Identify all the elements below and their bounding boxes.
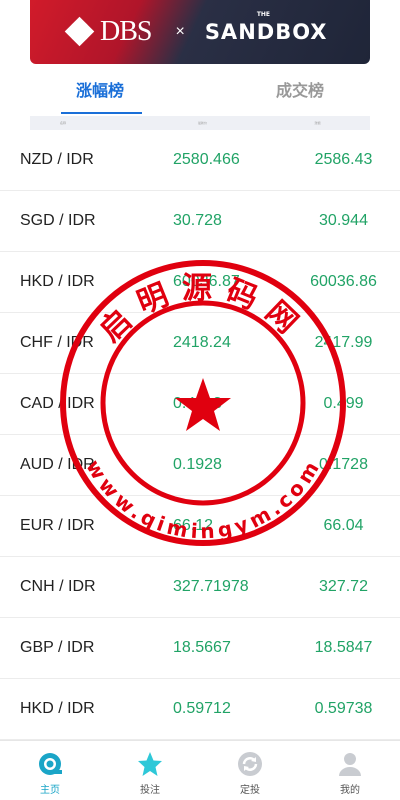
header-col2: 涨幅 xyxy=(314,121,321,125)
pair-value-2: 66.04 xyxy=(323,517,364,534)
rate-list: NZD / IDR 2580.466 2586.43 SGD / IDR 30.… xyxy=(0,130,400,740)
pair-value-2: 327.72 xyxy=(319,578,368,595)
pair-value-2: 0.1728 xyxy=(319,456,368,473)
ranking-tabs: 涨幅榜 成交榜 xyxy=(0,72,400,116)
list-item[interactable]: CNH / IDR 327.71978 327.72 xyxy=(0,557,400,618)
sandbox-the-text: THE xyxy=(256,11,271,18)
pair-value-2: 0.59738 xyxy=(314,700,373,717)
sandbox-logo: THE SANDBOX xyxy=(204,11,328,44)
nav-mine[interactable]: 我的 xyxy=(300,741,400,800)
home-icon xyxy=(39,753,62,775)
nav-bet-label: 投注 xyxy=(140,785,160,796)
user-icon xyxy=(339,753,361,776)
nav-fixed-invest-label: 定投 xyxy=(240,785,260,796)
pair-name: HKD / IDR xyxy=(20,700,95,717)
pair-value-2: 18.5847 xyxy=(314,639,373,656)
pair-value-2: 60036.86 xyxy=(310,273,377,290)
nav-home[interactable]: 主页 xyxy=(0,741,100,800)
list-item[interactable]: HKD / IDR 60036.87 60036.86 xyxy=(0,252,400,313)
list-item[interactable]: GBP / IDR 18.5667 18.5847 xyxy=(0,618,400,679)
pair-name: GBP / IDR xyxy=(20,639,95,656)
nav-mine-label: 我的 xyxy=(340,785,360,796)
pair-name: CNH / IDR xyxy=(20,578,96,595)
header-name: 名称 xyxy=(60,121,67,125)
pair-value-1: 18.5667 xyxy=(173,639,231,656)
list-header: 名称 最新价 涨幅 xyxy=(30,116,370,130)
bottom-nav: 主页 投注 定投 我的 xyxy=(0,740,400,800)
pair-name: CAD / IDR xyxy=(20,395,95,412)
pair-value-2: 2417.99 xyxy=(314,334,373,351)
pair-value-1: 0.59712 xyxy=(173,700,231,717)
banner-cross: × xyxy=(175,23,185,40)
list-item[interactable]: EUR / IDR 66.12 66.04 xyxy=(0,496,400,557)
list-item[interactable]: CHF / IDR 2418.24 2417.99 xyxy=(0,313,400,374)
list-item[interactable]: HKD / IDR 0.59712 0.59738 xyxy=(0,679,400,740)
pair-value-1: 2580.466 xyxy=(173,151,240,168)
pair-name: AUD / IDR xyxy=(20,456,95,473)
nav-home-label: 主页 xyxy=(40,785,60,796)
dbs-logo: DBS xyxy=(64,16,152,48)
pair-name: NZD / IDR xyxy=(20,151,94,168)
list-item[interactable]: CAD / IDR 0.4613 0.499 xyxy=(0,374,400,435)
nav-fixed-invest[interactable]: 定投 xyxy=(200,741,300,800)
pair-value-2: 0.499 xyxy=(323,395,364,412)
list-item[interactable]: NZD / IDR 2580.466 2586.43 xyxy=(0,130,400,191)
list-item[interactable]: AUD / IDR 0.1928 0.1728 xyxy=(0,435,400,496)
pair-value-2: 30.944 xyxy=(319,212,368,229)
pair-name: HKD / IDR xyxy=(20,273,95,290)
pair-value-1: 327.71978 xyxy=(173,578,249,595)
pair-value-2: 2586.43 xyxy=(314,151,373,168)
pair-name: CHF / IDR xyxy=(20,334,94,351)
tab-volume[interactable]: 成交榜 xyxy=(200,72,400,116)
dbs-logo-text: DBS xyxy=(100,16,152,47)
pair-name: SGD / IDR xyxy=(20,212,96,229)
refresh-icon xyxy=(238,752,262,776)
header-col1: 最新价 xyxy=(197,121,207,125)
pair-value-1: 30.728 xyxy=(173,212,222,229)
tab-gainers[interactable]: 涨幅榜 xyxy=(0,72,200,116)
pair-value-1: 0.1928 xyxy=(173,456,222,473)
dbs-mark-icon xyxy=(64,16,95,47)
pair-value-1: 0.4613 xyxy=(173,395,222,412)
pair-value-1: 60036.87 xyxy=(173,273,240,290)
pair-value-1: 2418.24 xyxy=(173,334,231,351)
nav-bet[interactable]: 投注 xyxy=(100,741,200,800)
list-item[interactable]: SGD / IDR 30.728 30.944 xyxy=(0,191,400,252)
star-icon xyxy=(138,752,162,776)
pair-value-1: 66.12 xyxy=(173,517,214,534)
sandbox-logo-text: SANDBOX xyxy=(204,20,328,44)
promo-banner[interactable]: DBS × THE SANDBOX xyxy=(30,0,370,64)
pair-name: EUR / IDR xyxy=(20,517,95,534)
